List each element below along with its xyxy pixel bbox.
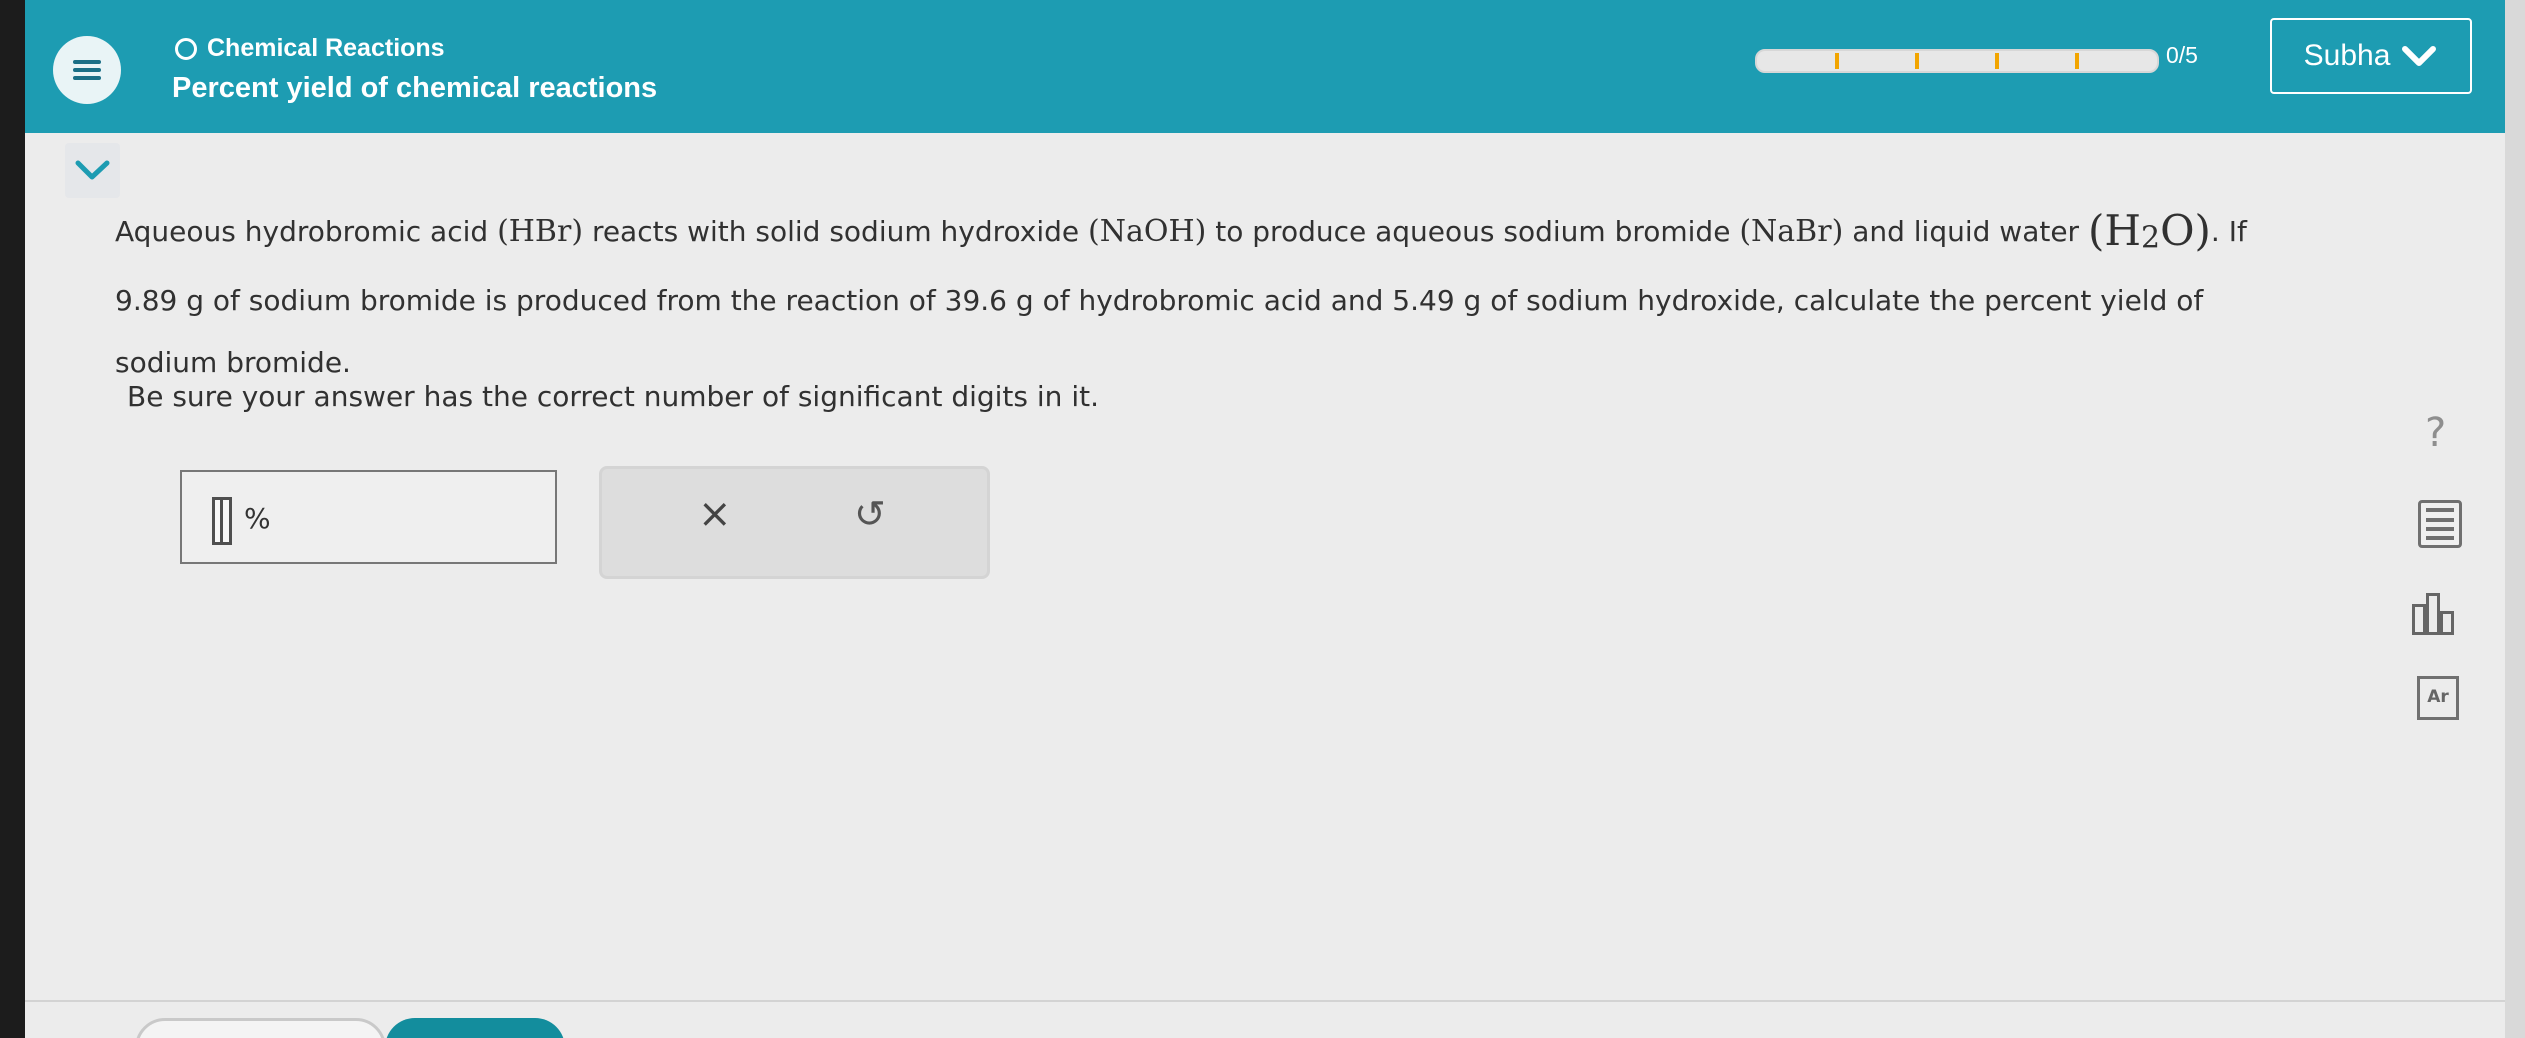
water-close-formula: O) xyxy=(2160,206,2211,255)
water-open-formula: (H xyxy=(2087,206,2141,255)
menu-button[interactable] xyxy=(53,36,121,104)
progress-marker xyxy=(1915,53,1919,69)
close-icon[interactable]: × xyxy=(698,494,732,534)
chevron-down-icon xyxy=(2402,46,2437,66)
calculator-icon[interactable] xyxy=(2418,500,2462,548)
question-reaction-text: reacts with solid sodium hydroxide xyxy=(591,215,1080,248)
chevron-down-icon xyxy=(75,160,110,180)
calculator-row-line xyxy=(2426,518,2454,522)
bottom-divider xyxy=(25,1000,2505,1002)
menu-line-top xyxy=(73,60,101,64)
sodium-bromide-formula: (NaBr) xyxy=(1739,214,1844,249)
user-menu-button[interactable]: Subha xyxy=(2270,18,2472,94)
bar-chart-icon[interactable] xyxy=(2410,590,2460,635)
undo-icon[interactable]: ↺ xyxy=(854,495,886,533)
question-line-1: Aqueous hydrobromic acid (HBr) reacts wi… xyxy=(115,200,2365,270)
bottom-secondary-button[interactable] xyxy=(135,1018,386,1038)
bottom-primary-button[interactable] xyxy=(385,1018,565,1038)
help-button[interactable]: ? xyxy=(2425,410,2446,456)
progress-count: 0/5 xyxy=(2166,42,2198,68)
percent-unit: % xyxy=(244,502,271,535)
calculator-display-line xyxy=(2426,508,2454,512)
progress-marker xyxy=(1995,53,1999,69)
input-cursor-icon xyxy=(212,497,232,545)
question-intro: Aqueous hydrobromic acid xyxy=(115,215,489,248)
answer-action-panel: × ↺ xyxy=(599,466,990,579)
menu-line-bottom xyxy=(73,76,101,80)
topic-label: Chemical Reactions xyxy=(207,34,445,62)
chart-bar-icon xyxy=(2426,593,2440,635)
question-product-text: to produce aqueous sodium bromide xyxy=(1215,215,1731,248)
significant-digits-note: Be sure your answer has the correct numb… xyxy=(127,380,1099,413)
circle-icon xyxy=(175,37,197,60)
question-water-text: and liquid water xyxy=(1852,215,2080,248)
progress-bar xyxy=(1755,49,2159,73)
question-line-2: 9.89 g of sodium bromide is produced fro… xyxy=(115,283,2204,317)
hydrobromic-acid-formula: (HBr) xyxy=(497,214,584,249)
top-header: Chemical Reactions Percent yield of chem… xyxy=(25,0,2505,133)
progress-marker xyxy=(2075,53,2079,69)
progress-marker xyxy=(1835,53,1839,69)
calculator-row-line xyxy=(2426,527,2454,531)
topic-breadcrumb: Chemical Reactions xyxy=(175,34,445,63)
menu-line-middle xyxy=(73,68,101,72)
collapse-question-button[interactable] xyxy=(65,143,120,198)
percent-yield-input[interactable]: % xyxy=(180,470,557,564)
calculator-row-line xyxy=(2426,536,2454,540)
chart-bar-icon xyxy=(2412,604,2426,635)
periodic-table-icon[interactable]: Ar xyxy=(2417,676,2459,720)
user-name: Subha xyxy=(2303,39,2391,72)
water-subscript: 2 xyxy=(2141,220,2161,256)
chart-bar-icon xyxy=(2440,611,2454,635)
chemistry-question-screen: Chemical Reactions Percent yield of chem… xyxy=(25,0,2505,1038)
page-title: Percent yield of chemical reactions xyxy=(172,72,658,104)
question-line-end: . If xyxy=(2210,215,2247,248)
sodium-hydroxide-formula: (NaOH) xyxy=(1088,214,1207,249)
question-text: Aqueous hydrobromic acid (HBr) reacts wi… xyxy=(115,200,2365,394)
